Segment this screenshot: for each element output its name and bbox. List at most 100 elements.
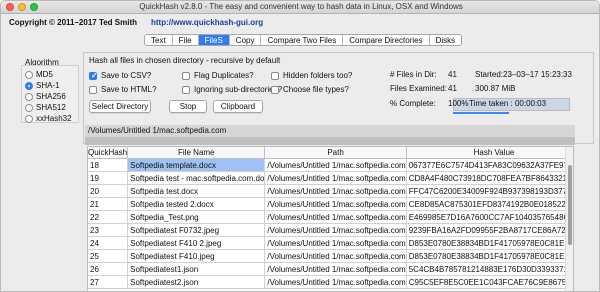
main-tabs: Text File FileS Copy Compare Two Files C… bbox=[144, 34, 463, 46]
row-number: 23 bbox=[88, 223, 129, 237]
table-row[interactable]: 21 Softpedia tested 2.docx/Volumes/Untitl… bbox=[88, 197, 573, 211]
path-cell: /Volumes/Untitled 1/mac.softpedia.com bbox=[264, 236, 407, 250]
quickhash-window: QuickHash v2.8.0 - The easy and convenie… bbox=[0, 0, 600, 292]
results-table[interactable]: QuickHash File Name Path Hash Value 18 So… bbox=[87, 146, 574, 291]
hash-cell: C95C5EF8E5C0EE1C043FCAE76C9E8675535 bbox=[406, 275, 573, 289]
path-cell: /Volumes/Untitled 1/mac.softpedia.com bbox=[264, 223, 407, 237]
algorithm-sha1-label: SHA-1 bbox=[36, 81, 60, 90]
table-row[interactable]: 23 Softpediatest F0732.jpeg/Volumes/Untit… bbox=[88, 223, 573, 237]
file-name-cell: Softpedia test - mac.softpedia.com.do bbox=[127, 171, 266, 185]
hash-cell: 067377E6C7574D413FA83C09632A37FE9720 bbox=[406, 158, 573, 172]
table-row[interactable]: 26 Softpediatest1.json/Volumes/Untitled 1… bbox=[88, 262, 573, 276]
algorithm-sha512-label: SHA512 bbox=[36, 103, 66, 112]
table-row[interactable]: 25 Softpediatest F410.jpeg/Volumes/Untitl… bbox=[88, 249, 573, 263]
choose-file-types-label: Choose file types? bbox=[283, 85, 349, 94]
select-directory-button[interactable]: Select Directory bbox=[89, 100, 151, 113]
table-row[interactable]: 24 Softpediatest F410 2.jpeg/Volumes/Unti… bbox=[88, 236, 573, 250]
hash-table: QuickHash File Name Path Hash Value 18 So… bbox=[88, 147, 573, 289]
tab-copy[interactable]: Copy bbox=[230, 35, 262, 45]
scrollbar-thumb[interactable] bbox=[568, 165, 572, 245]
algorithm-md5[interactable]: MD5 bbox=[25, 70, 53, 79]
algorithm-sha1[interactable]: SHA-1 bbox=[25, 81, 60, 90]
algorithm-xxhash32-label: xxHash32 bbox=[36, 114, 72, 123]
ignoring-subdirectories-label: Ignoring sub-directories? bbox=[194, 85, 283, 94]
tab-compare-directories[interactable]: Compare Directories bbox=[343, 35, 430, 45]
hash-cell: 9239FBA16A2FD09955F2BA8717CE86A729C bbox=[406, 223, 573, 237]
files-description: Hash all files in chosen directory - rec… bbox=[89, 56, 281, 65]
row-number: 24 bbox=[88, 236, 129, 250]
radio-selected-icon bbox=[25, 81, 33, 90]
path-cell: /Volumes/Untitled 1/mac.softpedia.com bbox=[264, 171, 407, 185]
tab-text[interactable]: Text bbox=[145, 35, 173, 45]
hash-cell: 5C4CB4B785781214883E176D30D3393371F0 bbox=[406, 262, 573, 276]
checkbox-icon bbox=[182, 71, 190, 80]
column-header-hash-value[interactable]: Hash Value bbox=[406, 147, 573, 159]
size-value: 300.87 MiB bbox=[475, 84, 516, 93]
choose-file-types-checkbox[interactable]: Choose file types? bbox=[271, 85, 349, 94]
row-number: 25 bbox=[88, 249, 129, 263]
hash-cell: D853E0780E38834BD1F41705978E0C81EE56 bbox=[406, 249, 573, 263]
file-name-cell: Softpediatest1.json bbox=[127, 262, 266, 276]
row-number: 26 bbox=[88, 262, 129, 276]
radio-icon bbox=[25, 92, 33, 101]
title-bar: QuickHash v2.8.0 - The easy and convenie… bbox=[1, 1, 599, 14]
progress-highlight-line bbox=[453, 112, 509, 114]
table-row[interactable]: 20 Softpedia test.docx/Volumes/Untitled 1… bbox=[88, 184, 573, 198]
ignoring-subdirectories-checkbox[interactable]: Ignoring sub-directories? bbox=[182, 85, 282, 94]
tab-files[interactable]: FileS bbox=[198, 35, 230, 45]
hidden-folders-checkbox[interactable]: Hidden folders too? bbox=[271, 71, 352, 80]
table-row[interactable]: 19 Softpedia test - mac.softpedia.com.do /… bbox=[88, 171, 573, 185]
started-value: 23–03–17 15:23:33 bbox=[503, 70, 572, 79]
time-taken: Time taken : 00:00:03 bbox=[469, 99, 547, 108]
save-csv-checkbox[interactable]: Save to CSV? bbox=[89, 71, 151, 80]
save-html-label: Save to HTML? bbox=[101, 85, 157, 94]
flag-duplicates-label: Flag Duplicates? bbox=[194, 71, 254, 80]
stop-button[interactable]: Stop bbox=[169, 100, 207, 113]
tab-disks[interactable]: Disks bbox=[430, 35, 462, 45]
started-label: Started: bbox=[475, 70, 504, 79]
algorithm-xxhash32[interactable]: xxHash32 bbox=[25, 114, 72, 123]
row-number: 21 bbox=[88, 197, 129, 211]
website-link[interactable]: http://www.quickhash-gui.org bbox=[151, 18, 263, 27]
table-row[interactable]: 22 Softpedia_Test.png/Volumes/Untitled 1/… bbox=[88, 210, 573, 224]
path-cell: /Volumes/Untitled 1/mac.softpedia.com bbox=[264, 262, 407, 276]
files-in-dir-value: 41 bbox=[448, 70, 457, 79]
algorithm-sha256[interactable]: SHA256 bbox=[25, 92, 66, 101]
hash-cell: CE8D85AC875301EFD8374192B0E0185229 bbox=[406, 197, 573, 211]
path-cell: /Volumes/Untitled 1/mac.softpedia.com bbox=[264, 275, 407, 289]
file-name-cell: Softpediatest F410 2.jpeg bbox=[127, 236, 266, 250]
clipboard-button[interactable]: Clipboard bbox=[213, 100, 263, 113]
tab-file[interactable]: File bbox=[173, 35, 199, 45]
checkbox-icon bbox=[271, 85, 279, 94]
hash-cell: CD8A4F480C73918DC708FEA7BF86433213A3 bbox=[406, 171, 573, 185]
copyright-text: Copyright © 2011–2017 Ted Smith bbox=[9, 18, 138, 27]
vertical-scrollbar[interactable] bbox=[565, 147, 573, 291]
flag-duplicates-checkbox[interactable]: Flag Duplicates? bbox=[182, 71, 254, 80]
hash-cell: FFC47C6200E34009F924B937398193D377F6 bbox=[406, 184, 573, 198]
column-header-path[interactable]: Path bbox=[264, 147, 407, 159]
row-number: 18 bbox=[88, 158, 129, 172]
table-row[interactable]: 18 Softpedia template.docx/Volumes/Untitl… bbox=[88, 158, 573, 172]
column-header-quickhash[interactable]: QuickHash bbox=[88, 147, 129, 159]
file-name-cell: Softpedia test.docx bbox=[127, 184, 266, 198]
row-number: 22 bbox=[88, 210, 129, 224]
complete-label: % Complete: bbox=[390, 99, 436, 108]
algorithm-sha512[interactable]: SHA512 bbox=[25, 103, 66, 112]
save-html-checkbox[interactable]: Save to HTML? bbox=[89, 85, 157, 94]
window-title: QuickHash v2.8.0 - The easy and convenie… bbox=[139, 2, 463, 11]
radio-icon bbox=[25, 114, 33, 123]
hash-cell: D853E0780E38834BD1F41705978E0C81EE56 bbox=[406, 236, 573, 250]
table-row[interactable]: 27 Softpediatest2.json/Volumes/Untitled 1… bbox=[88, 275, 573, 289]
path-cell: /Volumes/Untitled 1/mac.softpedia.com bbox=[264, 197, 407, 211]
row-number: 27 bbox=[88, 275, 129, 289]
file-name-cell: Softpedia template.docx bbox=[127, 158, 266, 172]
file-name-cell: Softpedia_Test.png bbox=[127, 210, 266, 224]
path-cell: /Volumes/Untitled 1/mac.softpedia.com bbox=[264, 184, 407, 198]
checkbox-icon bbox=[182, 85, 190, 94]
files-in-dir-label: # Files in Dir: bbox=[390, 70, 437, 79]
path-separator bbox=[85, 137, 575, 145]
save-csv-label: Save to CSV? bbox=[101, 71, 152, 80]
file-name-cell: Softpediatest F0732.jpeg bbox=[127, 223, 266, 237]
tab-compare-two-files[interactable]: Compare Two Files bbox=[261, 35, 344, 45]
column-header-file-name[interactable]: File Name bbox=[127, 147, 266, 159]
